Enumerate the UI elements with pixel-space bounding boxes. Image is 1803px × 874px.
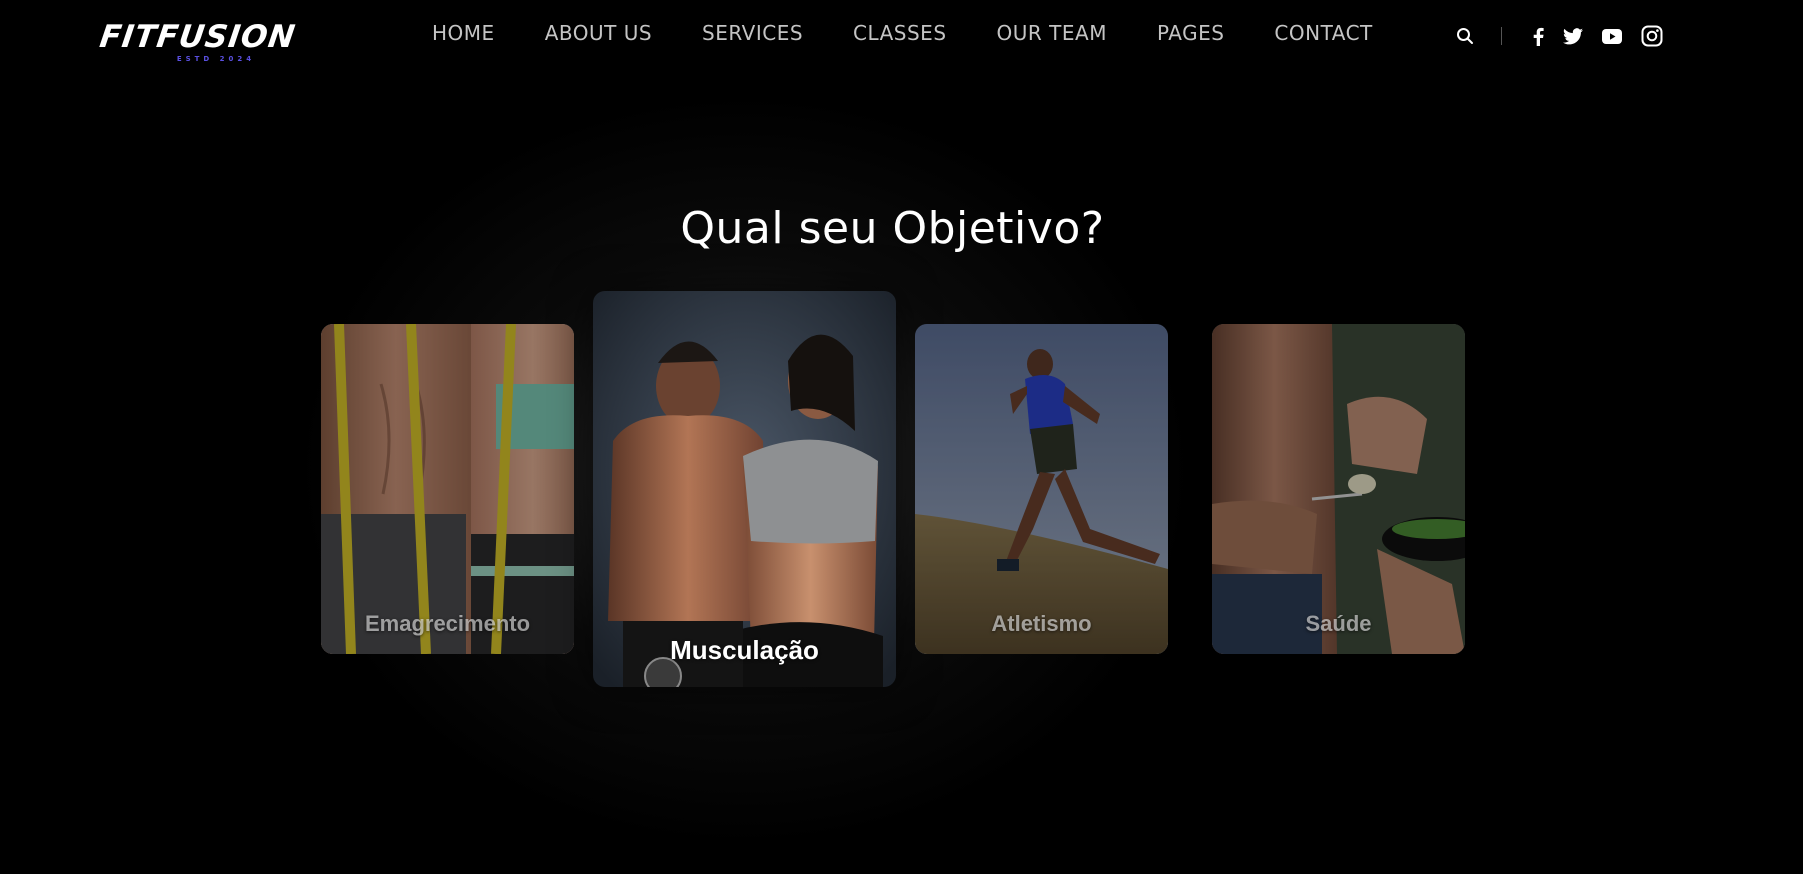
social-links — [1532, 25, 1663, 47]
search-icon[interactable] — [1456, 27, 1474, 45]
section-title: Qual seu Objetivo? — [680, 203, 1105, 254]
facebook-icon[interactable] — [1532, 27, 1544, 46]
background-glow — [0, 0, 1803, 874]
nav-item-services[interactable]: SERVICES — [702, 20, 803, 46]
nav-item-our-team[interactable]: OUR TEAM — [997, 20, 1107, 46]
logo-tagline: ESTD 2024 — [176, 55, 256, 63]
nav-item-about-us[interactable]: ABOUT US — [545, 20, 652, 46]
bodybuilder-couple-photo — [593, 291, 896, 687]
instagram-icon[interactable] — [1641, 25, 1663, 47]
logo[interactable]: FITFUSION ESTD 2024 — [97, 19, 350, 70]
header-tools — [1456, 24, 1663, 48]
logo-text: FITFUSION — [97, 19, 298, 55]
goal-card-label: Emagrecimento — [364, 611, 531, 636]
site-header: FITFUSION ESTD 2024 HOME ABOUT US SERVIC… — [0, 0, 1803, 70]
card-overlay — [321, 324, 574, 654]
goal-card-atletismo[interactable]: Atletismo — [915, 324, 1168, 654]
nav-item-home[interactable]: HOME — [432, 20, 495, 46]
goal-card-label: Saúde — [1305, 611, 1372, 636]
twitter-icon[interactable] — [1563, 27, 1583, 45]
goal-card-label-active: Musculação — [670, 635, 819, 665]
youtube-icon[interactable] — [1602, 28, 1622, 44]
main-nav: HOME ABOUT US SERVICES CLASSES OUR TEAM … — [432, 20, 1373, 46]
goal-card-emagrecimento[interactable]: Emagrecimento — [321, 324, 574, 654]
nav-item-classes[interactable]: CLASSES — [853, 20, 946, 46]
goal-card-label: Atletismo — [991, 611, 1092, 636]
nav-item-pages[interactable]: PAGES — [1157, 20, 1224, 46]
card-overlay — [915, 324, 1168, 654]
nav-item-contact[interactable]: CONTACT — [1274, 20, 1372, 46]
card-overlay — [1212, 324, 1465, 654]
header-divider — [1501, 27, 1502, 45]
goal-card-musculacao[interactable]: Musculação — [593, 291, 896, 687]
goal-card-saude[interactable]: Saúde — [1212, 324, 1465, 654]
